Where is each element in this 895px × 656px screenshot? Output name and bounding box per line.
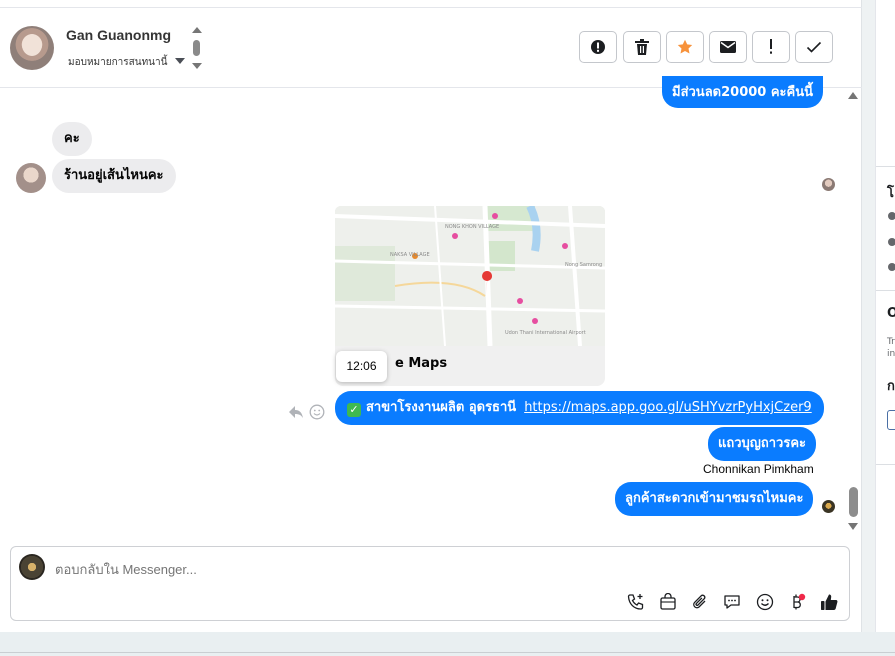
check-mark-emoji-icon: ✓	[347, 403, 361, 417]
header-scroll-down-icon[interactable]	[192, 63, 202, 69]
right-info-panel: โ O Tr in ก	[875, 0, 895, 632]
scroll-up-icon[interactable]	[848, 92, 858, 99]
reply-icon[interactable]	[288, 404, 304, 420]
svg-text:NONG KHON VILLAGE: NONG KHON VILLAGE	[445, 224, 499, 230]
location-text: สาขาโรงงานผลิต อุดรธานี	[366, 400, 517, 415]
sender-name: Chonnikan Pimkham	[703, 462, 814, 476]
thumbs-up-icon	[821, 594, 838, 610]
map-preview-image[interactable]: NONG KHON VILLAGE NAKSA VILLAGE Udon Tha…	[335, 206, 605, 347]
contact-avatar-small[interactable]	[16, 163, 46, 193]
header-scroll-up-icon[interactable]	[192, 27, 202, 33]
side-heading: โ	[887, 186, 894, 201]
outgoing-message[interactable]: ลูกค้าสะดวกเข้ามาชมรถไหมคะ	[615, 482, 814, 516]
incoming-message[interactable]: คะ	[52, 122, 92, 156]
mark-unread-button[interactable]	[709, 31, 747, 63]
clock-icon	[888, 212, 895, 220]
side-divider	[876, 166, 895, 167]
chat-bubble-icon	[724, 595, 740, 609]
report-button[interactable]	[579, 31, 617, 63]
caret-down-icon[interactable]	[175, 58, 185, 64]
timestamp-tooltip: 12:06	[336, 351, 387, 382]
outgoing-location-message[interactable]: ✓ สาขาโรงงานผลิต อุดรธานี https://maps.app…	[335, 391, 824, 425]
side-divider	[876, 464, 895, 465]
side-text: in	[887, 349, 895, 359]
incoming-message[interactable]: ร้านอยู่เส้นไหนคะ	[52, 159, 176, 193]
side-divider	[876, 290, 895, 291]
star-button[interactable]	[666, 31, 704, 63]
like-button[interactable]	[818, 591, 840, 613]
baht-icon	[793, 593, 806, 610]
scrollbar-thumb[interactable]	[849, 487, 858, 517]
follow-up-button[interactable]	[752, 31, 790, 63]
delete-button[interactable]	[623, 31, 661, 63]
paperclip-icon	[693, 594, 706, 609]
phone-plus-icon	[627, 594, 644, 610]
envelope-icon	[720, 41, 736, 53]
side-select[interactable]	[887, 410, 895, 430]
conversation-panel: Gan Guanonmg มอบหมายการสนทนานี้ มีส่วนลด…	[0, 0, 862, 632]
map-card-title[interactable]: e Maps	[395, 356, 447, 371]
check-icon	[806, 41, 822, 53]
payment-button[interactable]	[786, 591, 808, 613]
scroll-down-icon[interactable]	[848, 523, 858, 530]
outgoing-message-partial[interactable]: มีส่วนลด20000 คะคืนนี้	[662, 76, 824, 108]
maps-link[interactable]: https://maps.app.goo.gl/uSHYvzrPyHxjCzer…	[524, 400, 812, 415]
trash-icon	[635, 39, 649, 55]
side-heading: ก	[887, 379, 895, 394]
svg-text:NAKSA VILLAGE: NAKSA VILLAGE	[390, 252, 430, 258]
bottom-divider	[0, 652, 895, 653]
page-avatar	[19, 554, 45, 580]
call-button[interactable]	[625, 591, 647, 613]
svg-text:Udon Thani International Airpo: Udon Thani International Airport	[505, 330, 586, 336]
assign-conversation-label[interactable]: มอบหมายการสนทนานี้	[68, 55, 167, 70]
read-receipt-avatar	[822, 178, 835, 191]
alert-circle-icon	[591, 40, 605, 54]
star-icon	[677, 39, 693, 54]
smiley-icon	[756, 593, 774, 611]
seen-by-avatar	[822, 500, 835, 513]
emoji-react-icon[interactable]	[309, 404, 325, 420]
shopping-bag-icon	[660, 593, 676, 610]
contact-avatar[interactable]	[10, 26, 54, 70]
shop-button[interactable]	[657, 591, 679, 613]
reply-input[interactable]	[55, 560, 655, 578]
attach-button[interactable]	[689, 591, 711, 613]
map-graphic: NONG KHON VILLAGE NAKSA VILLAGE Udon Tha…	[335, 206, 605, 347]
message-composer	[10, 546, 850, 621]
mark-done-button[interactable]	[795, 31, 833, 63]
contact-name[interactable]: Gan Guanonmg	[66, 27, 171, 43]
side-heading: O	[887, 306, 895, 321]
location-pin-icon	[888, 238, 895, 246]
location-pin-icon	[888, 263, 895, 271]
header-scrollbar-thumb[interactable]	[193, 40, 200, 56]
saved-replies-button[interactable]	[721, 591, 743, 613]
svg-text:Nong Samrong: Nong Samrong	[565, 262, 602, 268]
emoji-button[interactable]	[754, 591, 776, 613]
outgoing-message[interactable]: แถวบุญถาวรคะ	[708, 427, 817, 461]
exclamation-icon	[770, 39, 772, 54]
side-text: Tr	[887, 337, 895, 347]
